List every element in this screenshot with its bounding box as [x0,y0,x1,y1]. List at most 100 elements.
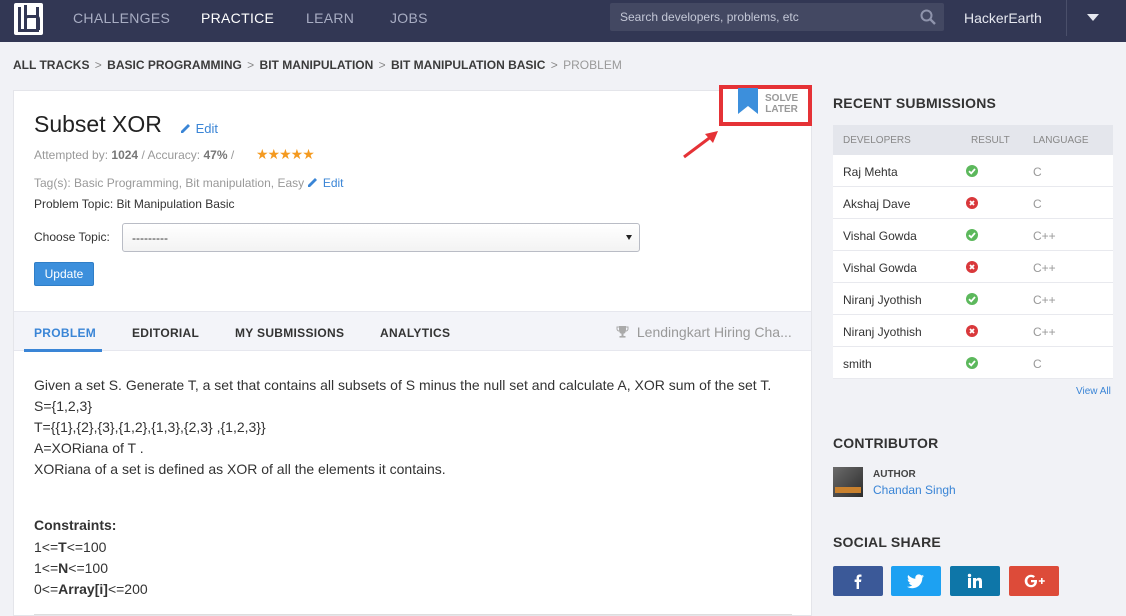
top-navbar: CHALLENGES PRACTICE LEARN JOBS HackerEar… [0,0,1126,42]
choose-topic-value: --------- [132,231,168,245]
statement-line: Given a set S. Generate T, a set that co… [34,377,772,393]
meta-divider: / [141,148,145,162]
contest-link[interactable]: Lendingkart Hiring Cha... [616,324,792,340]
edit-tags-label: Edit [322,176,344,190]
column-header: LANGUAGE [1033,135,1089,146]
constraint-post: <=100 [68,560,108,576]
column-header: DEVELOPERS [843,135,911,146]
recent-submissions-table: DEVELOPERS RESULT LANGUAGE Raj Mehta C Aks… [833,125,1113,379]
search-input[interactable] [610,3,910,31]
tags-line: Tag(s): Basic Programming, Bit manipulat… [34,176,344,190]
problem-topic: Problem Topic: Bit Manipulation Basic [34,197,235,211]
x-circle-icon[interactable] [966,325,978,337]
author-name-link[interactable]: Chandan Singh [873,483,956,497]
column-header: RESULT [971,135,1010,146]
tab-analytics[interactable]: ANALYTICS [380,326,450,340]
breadcrumb-current: PROBLEM [563,58,622,72]
linkedin-share-button[interactable] [950,566,1000,596]
statement-line: A=XORiana of T . [34,440,144,456]
check-circle-icon[interactable] [966,165,978,177]
avatar[interactable] [833,467,863,497]
constraint-var: Array[i] [58,581,108,597]
language-cell: C++ [1033,293,1056,307]
nav-divider [1066,0,1067,36]
facebook-share-button[interactable] [833,566,883,596]
constraint-var: N [58,560,69,576]
constraint-var: T [58,539,67,555]
x-circle-icon[interactable] [966,197,978,209]
topic-value: Bit Manipulation Basic [116,197,235,211]
constraint-pre: 1<= [34,560,59,576]
edit-title-link[interactable]: Edit [180,121,218,136]
table-row: Niranj Jyothish C++ [833,315,1113,347]
breadcrumb-separator: > [247,58,255,72]
constraint-post: <=200 [107,581,148,597]
update-button[interactable]: Update [34,262,94,286]
edit-tags-link[interactable]: Edit [307,176,344,190]
meta-divider: / [230,148,235,162]
solve-later-line-1: SOLVE [765,93,799,104]
attempted-count: 1024 [111,148,139,162]
breadcrumb-bit-manipulation[interactable]: BIT MANIPULATION [260,58,374,72]
developer-link[interactable]: smith [843,357,872,371]
search-icon[interactable] [920,9,936,25]
check-circle-icon[interactable] [966,293,978,305]
nav-jobs[interactable]: JOBS [390,10,428,26]
statement-line: S={1,2,3} [34,398,93,414]
developer-link[interactable]: Vishal Gowda [843,261,917,275]
breadcrumb-separator: > [94,58,102,72]
bookmark-icon [738,88,758,114]
google-plus-share-button[interactable] [1009,566,1059,596]
solve-later-label: SOLVE LATER [765,93,798,115]
chevron-down-icon[interactable] [1087,14,1099,21]
table-row: smith C [833,347,1113,379]
table-header: DEVELOPERS RESULT LANGUAGE [833,125,1113,155]
solve-later-button[interactable]: SOLVE LATER [719,85,812,126]
hackerearth-logo[interactable] [14,3,43,35]
constraint-post: <=100 [66,539,107,555]
constraint-line: 1<=T<=100 [34,539,106,555]
developer-link[interactable]: Niranj Jyothish [843,293,922,307]
developer-link[interactable]: Vishal Gowda [843,229,917,243]
nav-practice[interactable]: PRACTICE [201,10,274,26]
problem-statement: Given a set S. Generate T, a set that co… [34,375,794,480]
contest-label: Lendingkart Hiring Cha... [636,324,792,340]
active-tab-indicator [24,349,102,352]
tags-list: Basic Programming, Bit manipulation, Eas… [74,176,305,190]
constraint-pre: 0<= [34,581,59,597]
nav-learn[interactable]: LEARN [306,10,354,26]
breadcrumb-all-tracks[interactable]: ALL TRACKS [13,58,89,72]
breadcrumb-basic-programming[interactable]: BASIC PROGRAMMING [107,58,242,72]
developer-link[interactable]: Akshaj Dave [843,197,910,211]
search-box [610,3,944,31]
check-circle-icon[interactable] [966,229,978,241]
language-cell: C [1033,357,1042,371]
constraint-line: 0<=Array[i]<=200 [34,581,148,597]
social-share-title: SOCIAL SHARE [833,534,941,550]
topic-label: Problem Topic: [34,197,114,211]
problem-meta: Attempted by: 1024 / Accuracy: 47% / [34,148,234,162]
twitter-share-button[interactable] [891,566,941,596]
x-circle-icon[interactable] [966,261,978,273]
view-all-link[interactable]: View All [1076,386,1111,397]
tab-my-submissions[interactable]: MY SUBMISSIONS [235,326,344,340]
nav-challenges[interactable]: CHALLENGES [73,10,170,26]
choose-topic-select[interactable]: --------- [122,223,640,252]
divider [34,614,792,615]
tab-problem[interactable]: PROBLEM [34,326,96,340]
table-body: Raj Mehta C Akshaj Dave C Vishal Gowda C++ Vis… [833,155,1113,379]
constraint-pre: 1<= [34,539,59,555]
developer-link[interactable]: Raj Mehta [843,165,898,179]
tab-editorial[interactable]: EDITORIAL [132,326,199,340]
check-circle-icon[interactable] [966,357,978,369]
language-cell: C++ [1033,261,1056,275]
developer-link[interactable]: Niranj Jyothish [843,325,922,339]
breadcrumb-bit-manipulation-basic[interactable]: BIT MANIPULATION BASIC [391,58,545,72]
table-row: Vishal Gowda C++ [833,251,1113,283]
accuracy-value: 47% [203,148,228,162]
edit-title-label: Edit [195,121,219,136]
trophy-icon [616,326,629,338]
user-menu-name[interactable]: HackerEarth [964,10,1042,26]
problem-card: Subset XOR Edit Attempted by: 1024 / Acc… [13,85,812,616]
linkedin-icon [967,573,982,588]
